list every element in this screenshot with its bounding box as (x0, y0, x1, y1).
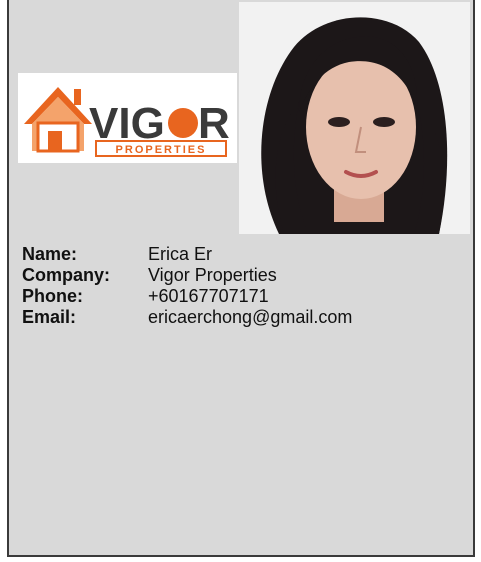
profile-photo (239, 2, 470, 234)
name-label: Name: (22, 244, 78, 264)
phone-value: +60167707171 (148, 286, 269, 306)
company-logo: VIG R PROPERTIES (18, 73, 237, 163)
email-row: Email: ericaerchong@gmail.com (22, 307, 352, 328)
vigor-logo-graphic: VIG R PROPERTIES (24, 87, 230, 157)
email-label: Email: (22, 307, 77, 327)
contact-details: Name: Erica Er Company: Vigor Properties… (22, 244, 352, 328)
portrait-image (239, 2, 470, 234)
email-value: ericaerchong@gmail.com (148, 307, 353, 327)
name-row: Name: Erica Er (22, 244, 352, 265)
house-icon (24, 87, 92, 153)
logo-o-circle (168, 108, 198, 138)
company-label: Company: (22, 265, 111, 285)
company-row: Company: Vigor Properties (22, 265, 352, 286)
phone-row: Phone: +60167707171 (22, 286, 352, 307)
company-value: Vigor Properties (148, 265, 277, 285)
profile-card: VIG R PROPERTIES Name: Erica Er Company:… (7, 0, 475, 557)
name-value: Erica Er (148, 244, 213, 264)
logo-sub-text: PROPERTIES (116, 144, 207, 156)
phone-label: Phone: (22, 286, 83, 306)
